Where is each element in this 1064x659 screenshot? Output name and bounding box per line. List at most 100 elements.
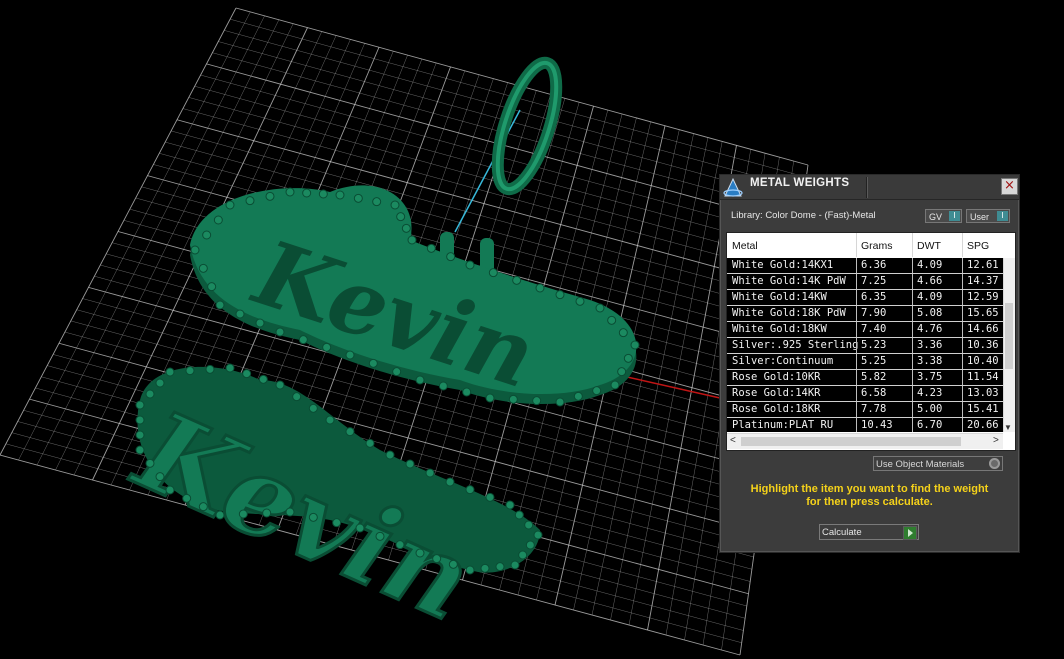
- use-object-materials-checkbox[interactable]: [989, 458, 1000, 469]
- app-logo-icon: [723, 177, 743, 197]
- cell-metal: Platinum:PLAT RU: [732, 419, 834, 431]
- bead: [225, 200, 235, 210]
- scroll-down-arrow[interactable]: ▼: [1004, 423, 1012, 432]
- cell-dwt: 3.38: [917, 355, 943, 367]
- cell-grams: 7.40: [861, 323, 887, 335]
- table-row[interactable]: Rose Gold:10KR 5.82 3.75 11.54: [727, 370, 1014, 386]
- bead: [245, 196, 255, 206]
- cell-divider: [856, 418, 857, 432]
- cell-dwt: 4.09: [917, 291, 943, 303]
- col-metal[interactable]: Metal: [732, 240, 758, 252]
- col-dwt[interactable]: DWT: [917, 240, 941, 252]
- bead: [325, 415, 335, 425]
- scroll-left-arrow[interactable]: <: [730, 435, 736, 446]
- metal-table[interactable]: Metal Grams DWT SPG White Gold:14KX1 6.36…: [726, 232, 1016, 451]
- vertical-scroll-thumb[interactable]: [1005, 303, 1013, 369]
- cell-grams: 5.25: [861, 355, 887, 367]
- table-row[interactable]: White Gold:14K PdW 7.25 4.66 14.37: [727, 274, 1014, 290]
- bead: [135, 400, 145, 410]
- gv-label: GV: [929, 212, 943, 222]
- bead: [415, 548, 425, 558]
- bead: [155, 378, 165, 388]
- cell-divider: [856, 402, 857, 417]
- cell-divider: [912, 306, 913, 321]
- table-header: Metal Grams DWT SPG: [727, 233, 1014, 257]
- bead: [198, 263, 208, 273]
- bead: [385, 450, 395, 460]
- user-checkbox[interactable]: I: [997, 211, 1008, 221]
- cell-metal: White Gold:18K PdW: [732, 307, 846, 319]
- cell-metal: Rose Gold:14KR: [732, 387, 821, 399]
- bead: [395, 540, 405, 550]
- scroll-right-arrow[interactable]: >: [993, 435, 999, 446]
- table-row[interactable]: White Gold:14KW 6.35 4.09 12.59: [727, 290, 1014, 306]
- bead: [401, 223, 411, 233]
- table-row[interactable]: White Gold:18KW 7.40 4.76 14.66: [727, 322, 1014, 338]
- cell-divider: [962, 402, 963, 417]
- bead: [555, 397, 565, 407]
- bead: [390, 200, 400, 210]
- pendant-model[interactable]: Kevin Kevin: [115, 56, 640, 647]
- cell-divider: [856, 306, 857, 321]
- bead: [610, 380, 620, 390]
- bead: [514, 510, 524, 520]
- table-row[interactable]: White Gold:14KX1 6.36 4.09 12.61: [727, 258, 1014, 274]
- use-object-materials-toggle[interactable]: Use Object Materials: [873, 456, 1003, 471]
- bead: [512, 275, 522, 285]
- horizontal-scrollbar[interactable]: < >: [727, 433, 1003, 449]
- bead: [165, 367, 175, 377]
- bead: [555, 290, 565, 300]
- horizontal-scroll-thumb[interactable]: [741, 437, 961, 446]
- cell-divider: [912, 338, 913, 353]
- table-row[interactable]: Rose Gold:18KR 7.78 5.00 15.41: [727, 402, 1014, 418]
- play-icon[interactable]: [903, 526, 917, 540]
- table-row[interactable]: White Gold:18K PdW 7.90 5.08 15.65: [727, 306, 1014, 322]
- cell-divider: [962, 306, 963, 321]
- cell-spg: 13.03: [967, 387, 999, 399]
- cell-divider: [856, 322, 857, 337]
- bead: [432, 554, 442, 564]
- cell-divider: [962, 338, 963, 353]
- col-divider: [912, 233, 913, 257]
- user-toggle[interactable]: User I: [966, 209, 1010, 223]
- bead: [145, 458, 155, 468]
- table-row[interactable]: Platinum:PLAT RU 10.43 6.70 20.66: [727, 418, 1014, 432]
- cell-divider: [856, 370, 857, 385]
- cell-dwt: 4.09: [917, 259, 943, 271]
- cell-grams: 7.90: [861, 307, 887, 319]
- gv-toggle[interactable]: GV I: [925, 209, 962, 223]
- user-label: User: [970, 212, 990, 222]
- bead: [275, 327, 285, 337]
- bead: [292, 392, 302, 402]
- bead: [595, 303, 605, 313]
- bead: [508, 394, 518, 404]
- cell-metal: Silver:Continuum: [732, 355, 834, 367]
- panel-titlebar[interactable]: METAL WEIGHTS ×: [720, 175, 1019, 200]
- table-row[interactable]: Rose Gold:14KR 6.58 4.23 13.03: [727, 386, 1014, 402]
- panel-title: METAL WEIGHTS: [750, 177, 850, 189]
- cell-divider: [962, 258, 963, 273]
- bead: [318, 189, 328, 199]
- col-divider: [856, 233, 857, 257]
- gv-checkbox[interactable]: I: [949, 211, 960, 221]
- bead: [375, 531, 385, 541]
- table-row[interactable]: Silver:.925 Sterling 5.23 3.36 10.36: [727, 338, 1014, 354]
- bead: [438, 381, 448, 391]
- close-button[interactable]: ×: [1001, 178, 1018, 195]
- bead: [258, 374, 268, 384]
- bead: [448, 559, 458, 569]
- cell-spg: 15.65: [967, 307, 999, 319]
- library-label: Library: Color Dome - (Fast)-Metal: [731, 210, 876, 221]
- bead: [407, 235, 417, 245]
- cell-divider: [962, 322, 963, 337]
- col-spg[interactable]: SPG: [967, 240, 989, 252]
- bead: [275, 380, 285, 390]
- col-divider: [962, 233, 963, 257]
- cell-metal: White Gold:14K PdW: [732, 275, 846, 287]
- bead: [533, 530, 543, 540]
- table-row[interactable]: Silver:Continuum 5.25 3.38 10.40: [727, 354, 1014, 370]
- cell-divider: [912, 290, 913, 305]
- col-grams[interactable]: Grams: [861, 240, 893, 252]
- calculate-button[interactable]: Calculate: [819, 524, 919, 540]
- bead: [535, 283, 545, 293]
